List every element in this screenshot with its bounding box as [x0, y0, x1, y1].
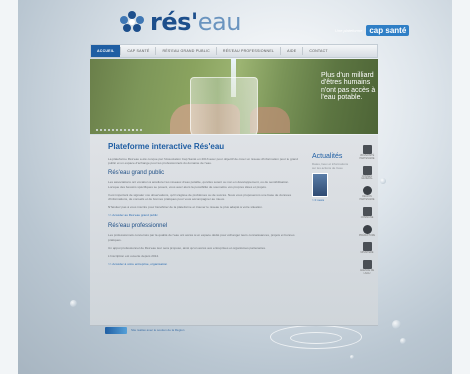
nav-item-cap-sante[interactable]: CAP SANTÉ — [121, 45, 155, 57]
cap-sante-badge[interactable]: cap santé — [366, 25, 410, 36]
partner-caption: AGENCE DE L'EAU — [359, 269, 375, 275]
partner-logo[interactable]: AGENCE DE L'EAU — [358, 260, 376, 276]
partner-label: Une plateforme — [335, 28, 363, 33]
page-title: Plateforme interactive Rés'eau — [108, 142, 225, 151]
partner-logo[interactable]: RÉGION PARTENAIRE — [358, 186, 376, 202]
emblem-icon — [362, 224, 372, 234]
intro-text: La plateforme Rés'eau a été conçue par l… — [108, 157, 298, 166]
water-bubble — [392, 320, 401, 329]
slider-dot[interactable] — [100, 129, 102, 131]
news-sidebar: Actualités Dates, lieux et informations … — [312, 153, 352, 202]
water-ripple — [290, 332, 342, 344]
nav-item-grand-public[interactable]: RÉS'EAU GRAND PUBLIC — [156, 45, 215, 57]
slider-dot-active[interactable] — [132, 129, 134, 131]
slider-dot[interactable] — [96, 129, 98, 131]
partner-caption: CONSEIL GÉNÉRAL — [361, 174, 373, 181]
hero-caption: Plus d'un milliard d'êtres humains n'ont… — [321, 72, 376, 101]
site-name: rés'eau — [150, 8, 241, 36]
partner-caption: COMMUNE — [360, 215, 374, 219]
slider-dot[interactable] — [140, 129, 142, 131]
section-title-grand-public: Rés'eau grand public — [108, 170, 165, 177]
nav-item-professionnel[interactable]: RÉS'EAU PROFESSIONNEL — [217, 45, 280, 57]
partner-logo[interactable]: COMMUNE — [358, 206, 376, 220]
water-bubble — [380, 178, 386, 184]
content-panel: Plateforme interactive Rés'eau La platef… — [90, 135, 378, 326]
slider-dot[interactable] — [104, 129, 106, 131]
water-drops-icon — [120, 11, 144, 32]
news-thumbnail[interactable] — [312, 173, 328, 197]
nav-item-aide[interactable]: AIDE — [281, 45, 302, 57]
partner-caption: MINISTÈRE — [360, 251, 374, 255]
professionnel-link[interactable]: >> Accéder à votre entreprise, organisat… — [108, 262, 298, 266]
partner-logo[interactable]: MINISTÈRE — [358, 242, 376, 255]
partner-logos: UNIVERSITÉ PARTENAIRE CONSEIL GÉNÉRAL RÉ… — [358, 145, 376, 281]
section-text: Les associations ont vocation à améliore… — [108, 180, 290, 189]
partner-logo[interactable]: CONSEIL GÉNÉRAL — [358, 165, 376, 182]
emblem-icon — [362, 242, 372, 252]
slider-dot[interactable] — [124, 129, 126, 131]
slider-dot[interactable] — [120, 129, 122, 131]
water-bubble — [350, 355, 354, 359]
water-bubble — [400, 338, 406, 344]
news-text: Dates, lieux et informations sur les act… — [312, 162, 349, 170]
emblem-icon — [362, 186, 372, 196]
news-link[interactable]: > 0 news — [312, 198, 352, 202]
partner-caption: UNIVERSITÉ PARTENAIRE — [359, 154, 375, 160]
emblem-icon — [362, 145, 372, 154]
emblem-icon — [362, 165, 372, 175]
main-column: Plateforme interactive Rés'eau La platef… — [108, 142, 298, 272]
section-text: L'inscription est ouverte depuis 2014. — [108, 254, 159, 259]
partner-caption: RÉGION PARTENAIRE — [359, 195, 375, 201]
footer-partner-logo[interactable] — [105, 327, 127, 334]
hero-banner[interactable]: Plus d'un milliard d'êtres humains n'ont… — [90, 59, 378, 134]
slider-dot[interactable] — [112, 129, 114, 131]
news-title: Actualités — [312, 153, 343, 160]
partner-caption: PRÉFECTURE — [358, 233, 376, 237]
left-margin — [0, 0, 18, 374]
section-text: Il est important de signaler vos observa… — [108, 192, 292, 202]
slider-dot[interactable] — [128, 129, 130, 131]
site-logo[interactable]: rés'eau — [118, 10, 241, 34]
footer-text: Site réalisé avec le soutien de la Régio… — [131, 327, 185, 332]
slider-dot[interactable] — [136, 129, 138, 131]
emblem-icon — [362, 206, 372, 216]
section-text: Un appui professionnel de Rés'eau leur s… — [108, 245, 266, 250]
glass-image — [190, 77, 258, 134]
slider-dots — [96, 129, 142, 131]
section-title-professionnel: Rés'eau professionnel — [108, 223, 168, 230]
footer: Site réalisé avec le soutien de la Régio… — [105, 327, 184, 334]
page-background: rés'eau Une plateforme cap santé ACCUEIL… — [0, 0, 470, 374]
partner-logo[interactable]: PRÉFECTURE — [358, 224, 376, 238]
section-text: Les professionnels concernés par la qual… — [108, 233, 295, 242]
partner-link[interactable]: Une plateforme cap santé — [335, 25, 410, 36]
nav-item-contact[interactable]: CONTACT — [303, 45, 334, 57]
partner-logo[interactable]: UNIVERSITÉ PARTENAIRE — [358, 145, 376, 161]
nav-item-accueil[interactable]: ACCUEIL — [91, 45, 121, 57]
slider-dot[interactable] — [108, 129, 110, 131]
emblem-icon — [362, 260, 372, 270]
slider-dot[interactable] — [116, 129, 118, 131]
right-margin — [452, 0, 470, 374]
grand-public-link[interactable]: >> Accéder au Rés'eau grand public — [108, 213, 298, 217]
main-navigation: ACCUEIL CAP SANTÉ RÉS'EAU GRAND PUBLIC R… — [90, 44, 378, 58]
water-bubble — [70, 300, 77, 307]
section-text: N'hésitez pas à vous inscrire pour bénéf… — [108, 205, 263, 210]
